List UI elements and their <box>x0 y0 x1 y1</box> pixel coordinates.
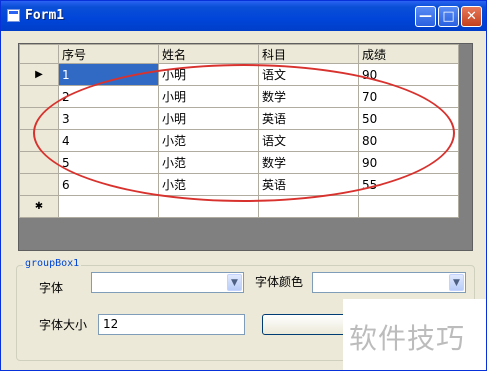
table-cell[interactable]: 小明 <box>158 63 259 86</box>
table-row[interactable]: 2 小明 数学 70 <box>19 85 459 108</box>
form-window: Form1 — □ ✕ 序号 姓名 科目 成绩 ▶ 1 小明 语文 90 2 小… <box>0 0 487 371</box>
table-cell[interactable]: 4 <box>58 129 159 152</box>
table-cell[interactable]: 3 <box>58 107 159 130</box>
table-row[interactable]: 4 小范 语文 80 <box>19 129 459 152</box>
table-cell[interactable]: 2 <box>58 85 159 108</box>
table-cell[interactable]: 50 <box>358 107 459 130</box>
chevron-down-icon[interactable]: ▼ <box>449 274 464 291</box>
group-box-title: groupBox1 <box>23 258 82 269</box>
title-bar[interactable]: Form1 — □ ✕ <box>1 1 486 31</box>
table-row[interactable]: 5 小范 数学 90 <box>19 151 459 174</box>
watermark-text: 软件技巧 <box>349 322 466 355</box>
font-label: 字体 <box>39 281 64 295</box>
app-icon[interactable] <box>7 9 20 22</box>
table-row[interactable]: 6 小范 英语 55 <box>19 173 459 196</box>
column-header-id[interactable]: 序号 <box>58 44 159 64</box>
column-header-score[interactable]: 成绩 <box>358 44 459 64</box>
table-cell[interactable]: 小明 <box>158 107 259 130</box>
table-cell[interactable]: 55 <box>358 173 459 196</box>
grid-table: 序号 姓名 科目 成绩 ▶ 1 小明 语文 90 2 小明 数学 70 3 小明… <box>19 44 459 218</box>
close-button[interactable]: ✕ <box>461 6 482 27</box>
table-cell[interactable]: 语文 <box>258 129 359 152</box>
minimize-button[interactable]: — <box>415 6 436 27</box>
table-cell[interactable]: 英语 <box>258 107 359 130</box>
row-header[interactable] <box>19 151 59 174</box>
table-row[interactable]: 3 小明 英语 50 <box>19 107 459 130</box>
column-header-name[interactable]: 姓名 <box>158 44 259 64</box>
watermark: 软件技巧 <box>343 299 486 370</box>
row-header-current[interactable]: ▶ <box>19 63 59 86</box>
row-header[interactable] <box>19 107 59 130</box>
column-header-subject[interactable]: 科目 <box>258 44 359 64</box>
window-title: Form1 <box>25 8 65 23</box>
table-cell[interactable]: 6 <box>58 173 159 196</box>
table-cell[interactable]: 70 <box>358 85 459 108</box>
font-size-input[interactable]: 12 <box>98 314 245 335</box>
table-cell[interactable]: 小范 <box>158 173 259 196</box>
font-size-label: 字体大小 <box>39 318 88 332</box>
data-grid-view[interactable]: 序号 姓名 科目 成绩 ▶ 1 小明 语文 90 2 小明 数学 70 3 小明… <box>18 43 473 251</box>
table-cell[interactable]: 90 <box>358 151 459 174</box>
table-cell[interactable]: 小范 <box>158 151 259 174</box>
chevron-down-icon[interactable]: ▼ <box>227 274 242 291</box>
row-header[interactable] <box>19 129 59 152</box>
table-cell[interactable] <box>258 195 359 218</box>
table-cell[interactable]: 90 <box>358 63 459 86</box>
maximize-button[interactable]: □ <box>438 6 459 27</box>
table-cell[interactable]: 1 <box>58 63 159 86</box>
table-cell[interactable]: 小范 <box>158 129 259 152</box>
table-cell[interactable] <box>158 195 259 218</box>
table-cell[interactable] <box>358 195 459 218</box>
font-color-label: 字体颜色 <box>255 275 304 289</box>
table-row[interactable]: ▶ 1 小明 语文 90 <box>19 63 459 86</box>
table-cell[interactable]: 小明 <box>158 85 259 108</box>
table-cell[interactable]: 英语 <box>258 173 359 196</box>
table-cell[interactable]: 语文 <box>258 63 359 86</box>
table-cell[interactable]: 80 <box>358 129 459 152</box>
table-cell[interactable]: 5 <box>58 151 159 174</box>
table-cell[interactable] <box>58 195 159 218</box>
new-row[interactable]: ✱ <box>19 195 459 218</box>
table-cell[interactable]: 数学 <box>258 151 359 174</box>
font-combobox[interactable]: ▼ <box>91 272 244 293</box>
row-header[interactable] <box>19 173 59 196</box>
corner-header-cell[interactable] <box>19 44 59 64</box>
new-row-header[interactable]: ✱ <box>19 195 59 218</box>
row-header[interactable] <box>19 85 59 108</box>
table-cell[interactable]: 数学 <box>258 85 359 108</box>
header-row: 序号 姓名 科目 成绩 <box>19 44 459 64</box>
font-color-combobox[interactable]: ▼ <box>312 272 466 293</box>
